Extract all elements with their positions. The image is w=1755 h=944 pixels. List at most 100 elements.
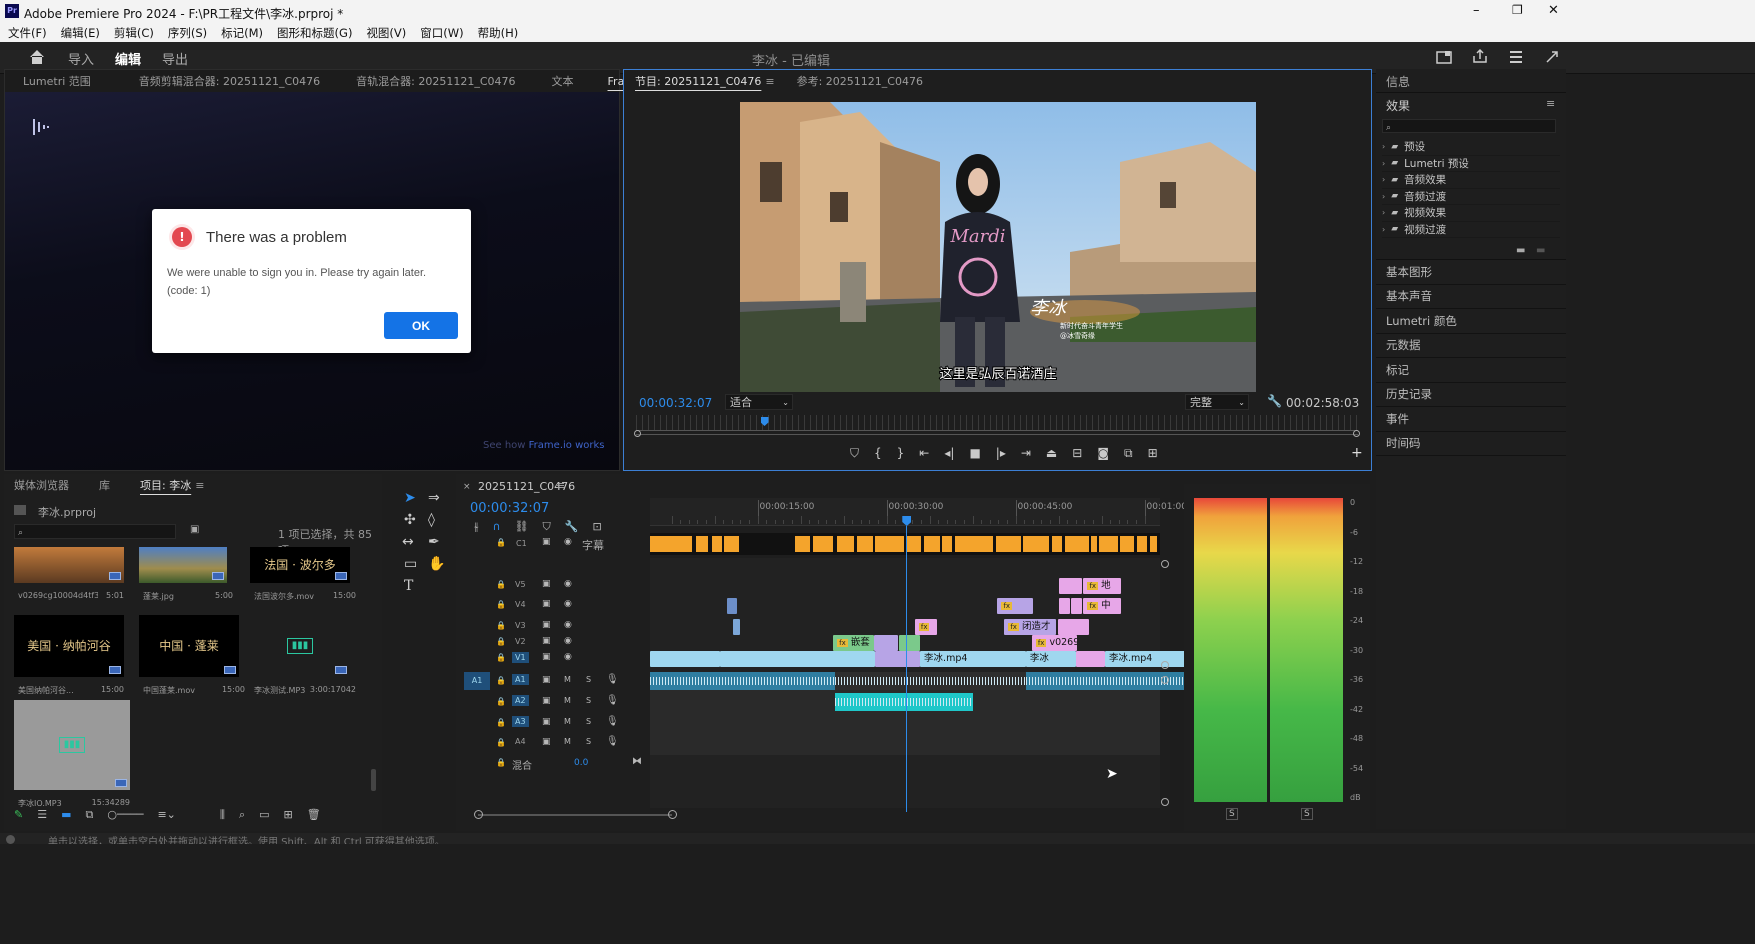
track-scroll-handle[interactable] <box>1161 661 1169 669</box>
tab-audio-track-mixer[interactable]: 音轨混合器: 20251121_C0476 <box>346 73 525 89</box>
caption-block[interactable] <box>711 536 723 552</box>
effects-menu-icon[interactable]: ≡ <box>1546 97 1555 110</box>
toggle-output-icon[interactable]: ▣ <box>542 636 551 646</box>
project-item[interactable]: 法国 · 波尔多 法国波尔多.mov 15:00 <box>250 547 360 611</box>
clip-v1-nest[interactable] <box>875 651 921 667</box>
program-scrubber[interactable] <box>636 415 1358 431</box>
caption-block[interactable] <box>1136 536 1148 552</box>
timeline-timecode[interactable]: 00:00:32:07 <box>470 501 549 516</box>
track-label[interactable]: A2 <box>512 695 529 706</box>
project-scrollbar[interactable] <box>371 769 376 791</box>
ok-button[interactable]: OK <box>384 312 458 339</box>
lock-icon[interactable]: 🔒 <box>496 621 506 630</box>
new-bin-icon[interactable]: ▬ <box>1516 245 1525 256</box>
menu-help[interactable]: 帮助(H) <box>478 25 519 41</box>
caption-block[interactable] <box>836 536 854 552</box>
lock-icon[interactable]: 🔒 <box>496 718 506 727</box>
effects-tree-item[interactable]: › ▰ 视频效果 <box>1382 205 1560 222</box>
maximize-button[interactable]: ❐ <box>1512 3 1523 17</box>
tab-project[interactable]: 项目: 李冰 <box>130 477 201 493</box>
menu-graphics[interactable]: 图形和标题(G) <box>277 25 352 41</box>
effects-tree-item[interactable]: › ▰ 音频过渡 <box>1382 189 1560 205</box>
toggle-output-icon[interactable]: ▣ <box>542 652 551 662</box>
caption-block[interactable] <box>875 536 904 552</box>
step-back-icon[interactable]: ◂| <box>944 446 954 461</box>
mute-button[interactable]: M <box>564 737 571 746</box>
eye-icon[interactable]: ◉ <box>564 537 572 547</box>
share-icon[interactable] <box>1472 48 1488 64</box>
tab-text[interactable]: 文本 <box>542 73 584 89</box>
solo-button[interactable]: S <box>586 737 591 746</box>
project-item[interactable]: ▮▮▮ 李冰IO.MP3 15:34289 <box>14 700 140 817</box>
menu-clip[interactable]: 剪辑(C) <box>114 25 154 41</box>
add-marker-icon[interactable]: ⛉ <box>543 520 551 534</box>
menu-sequence[interactable]: 序列(S) <box>168 25 207 41</box>
caption-block[interactable] <box>1064 536 1090 552</box>
caption-block[interactable] <box>906 536 921 552</box>
hand-tool-icon[interactable]: ✋ <box>428 556 445 572</box>
caption-block[interactable] <box>995 536 1021 552</box>
mark-out-icon[interactable]: } <box>897 446 905 461</box>
microphone-icon[interactable]: 🎙 <box>606 716 619 727</box>
clip-v2-c[interactable] <box>899 635 921 651</box>
right-section-tab[interactable]: 基本声音 <box>1376 285 1566 309</box>
caption-block[interactable] <box>924 536 940 552</box>
toggle-output-icon[interactable]: ▣ <box>542 696 551 706</box>
mix-handle-icon[interactable]: ⧓ <box>632 756 642 767</box>
clip-v4-a[interactable] <box>726 598 737 614</box>
mix-value[interactable]: 0.0 <box>574 758 588 768</box>
freeform-view-icon[interactable]: ⧉ <box>86 808 94 822</box>
track-label[interactable]: V1 <box>512 652 529 663</box>
playhead-head[interactable] <box>902 516 912 526</box>
workspace-tab-export[interactable]: 导出 <box>162 49 188 68</box>
solo-button[interactable]: S <box>586 717 591 726</box>
caption-block[interactable] <box>795 536 810 552</box>
find-icon[interactable]: ⌕ <box>239 808 245 822</box>
chevron-right-icon[interactable]: › <box>1382 142 1385 151</box>
tab-media-browser[interactable]: 媒体浏览器 <box>4 477 79 493</box>
mute-button[interactable]: M <box>564 696 571 705</box>
microphone-icon[interactable]: 🎙 <box>606 674 619 685</box>
right-section-tab[interactable]: 基本图形 <box>1376 260 1566 285</box>
insert-nested-icon[interactable]: ⫳ <box>474 520 479 534</box>
caption-block[interactable] <box>857 536 873 552</box>
eye-icon[interactable]: ◉ <box>564 652 572 662</box>
solo-button[interactable]: S <box>586 675 591 684</box>
sort-icon[interactable]: ≡⌄ <box>157 808 175 822</box>
track-label[interactable]: A3 <box>512 716 529 727</box>
eye-icon[interactable]: ◉ <box>564 636 572 646</box>
lock-icon[interactable]: 🔒 <box>496 697 506 706</box>
clip-v5-a[interactable] <box>1058 578 1082 594</box>
rectangle-tool-icon[interactable]: ▭ <box>404 556 417 572</box>
clip-v3-b[interactable]: fx 闭造才 <box>1004 619 1056 635</box>
close-button[interactable]: ✕ <box>1548 3 1559 18</box>
track-scroll-handle[interactable] <box>1161 798 1169 806</box>
caption-block[interactable] <box>723 536 739 552</box>
info-tab[interactable]: 信息 <box>1386 73 1410 90</box>
lock-icon[interactable]: 🔒 <box>496 676 506 685</box>
lock-icon[interactable]: 🔒 <box>496 580 506 589</box>
pencil-icon[interactable]: ✎ <box>14 808 23 822</box>
type-tool-icon[interactable]: T <box>404 578 413 594</box>
new-item-icon[interactable]: ⊞ <box>284 808 293 822</box>
delete-icon[interactable]: ▬ <box>1536 245 1545 256</box>
wrench-icon[interactable]: 🔧 <box>1267 394 1282 408</box>
track-label[interactable]: V5 <box>512 579 529 590</box>
caption-track[interactable] <box>650 533 1160 555</box>
clip-v4-d[interactable] <box>1058 598 1070 614</box>
minimize-button[interactable]: – <box>1473 3 1480 18</box>
workspace-tab-edit[interactable]: 编辑 <box>115 49 141 68</box>
toggle-output-icon[interactable]: ▣ <box>542 737 551 747</box>
caption-block[interactable] <box>1091 536 1098 552</box>
project-item[interactable]: 蓬莱.jpg 5:00 <box>139 547 237 611</box>
tab-program[interactable]: 节目: 20251121_C0476 <box>625 73 771 89</box>
effects-tree-item[interactable]: › ▰ 视频过渡 <box>1382 222 1560 238</box>
tab-reference[interactable]: 参考: 20251121_C0476 <box>787 73 933 89</box>
menu-edit[interactable]: 编辑(E) <box>61 25 100 41</box>
frameio-link[interactable]: Frame.io works <box>529 440 605 451</box>
chevron-right-icon[interactable]: › <box>1382 175 1385 184</box>
add-marker-icon[interactable]: ⛉ <box>850 446 859 461</box>
new-bin-icon[interactable]: ▭ <box>259 808 269 822</box>
clip-v4-e[interactable] <box>1070 598 1082 614</box>
zoom-slider[interactable]: ○──── <box>107 808 143 822</box>
